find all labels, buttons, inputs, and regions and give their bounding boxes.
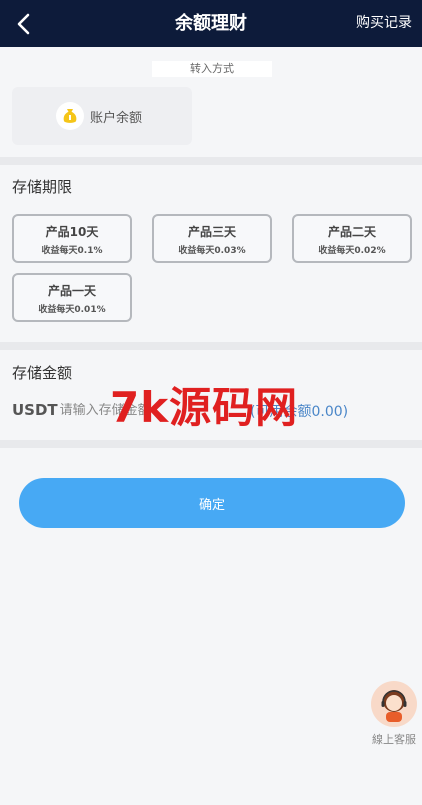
product-rate: 收益每天0.03% xyxy=(178,246,246,256)
product-option-2-days[interactable]: 产品二天 收益每天0.02% xyxy=(292,214,412,263)
available-balance: (可用余额0.00) xyxy=(250,404,349,420)
transfer-method-section: 转入方式 账户余额 xyxy=(0,47,422,157)
purchase-records-link[interactable]: 购买记录 xyxy=(356,0,412,47)
online-support-button[interactable]: 線上客服 xyxy=(368,681,420,751)
product-rate: 收益每天0.01% xyxy=(38,305,106,315)
header-bar: 余额理财 购买记录 xyxy=(0,0,422,47)
divider xyxy=(0,440,422,448)
divider xyxy=(0,157,422,165)
money-bag-icon xyxy=(56,102,84,130)
account-balance-option[interactable]: 账户余额 xyxy=(12,87,192,145)
account-balance-label: 账户余额 xyxy=(90,110,143,126)
product-name: 产品一天 xyxy=(47,284,96,298)
amount-input[interactable] xyxy=(59,402,250,418)
product-name: 产品10天 xyxy=(45,225,99,239)
transfer-method-title: 转入方式 xyxy=(152,61,272,77)
currency-label: USDT xyxy=(12,401,58,419)
confirm-button[interactable]: 确定 xyxy=(19,478,405,528)
product-option-10-days[interactable]: 产品10天 收益每天0.1% xyxy=(12,214,132,263)
support-agent-icon xyxy=(371,681,417,727)
amount-input-row: USDT xyxy=(12,398,250,422)
storage-period-title: 存储期限 xyxy=(12,178,73,196)
product-name: 产品二天 xyxy=(327,225,376,239)
divider xyxy=(0,342,422,350)
product-rate: 收益每天0.1% xyxy=(41,246,103,256)
storage-amount-title: 存储金额 xyxy=(12,364,73,382)
product-name: 产品三天 xyxy=(187,225,236,239)
product-rate: 收益每天0.02% xyxy=(318,246,386,256)
support-label: 線上客服 xyxy=(372,733,416,746)
product-option-1-day[interactable]: 产品一天 收益每天0.01% xyxy=(12,273,132,322)
product-option-3-days[interactable]: 产品三天 收益每天0.03% xyxy=(152,214,272,263)
